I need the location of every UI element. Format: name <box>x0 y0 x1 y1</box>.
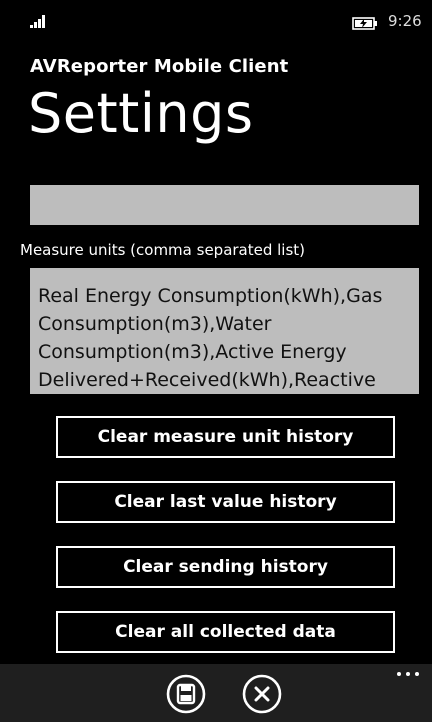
clear-all-collected-data-button[interactable]: Clear all collected data <box>56 611 395 653</box>
more-icon[interactable] <box>394 664 424 678</box>
app-bar <box>0 664 432 722</box>
page-title: Settings <box>28 82 254 145</box>
cancel-icon[interactable] <box>242 674 282 714</box>
measure-units-field[interactable]: Real Energy Consumption(kWh),Gas Consump… <box>30 268 419 394</box>
clear-measure-unit-history-button[interactable]: Clear measure unit history <box>56 416 395 458</box>
top-text-field[interactable] <box>30 185 419 225</box>
clear-sending-history-button[interactable]: Clear sending history <box>56 546 395 588</box>
app-title: AVReporter Mobile Client <box>30 56 289 77</box>
measure-units-label: Measure units (comma separated list) <box>20 241 306 259</box>
battery-charging-icon <box>352 17 377 30</box>
clear-last-value-history-button[interactable]: Clear last value history <box>56 481 395 523</box>
status-clock: 9:26 <box>388 12 422 30</box>
signal-strength-icon <box>30 15 45 28</box>
status-bar: 9:26 <box>0 0 432 44</box>
save-icon[interactable] <box>166 674 206 714</box>
